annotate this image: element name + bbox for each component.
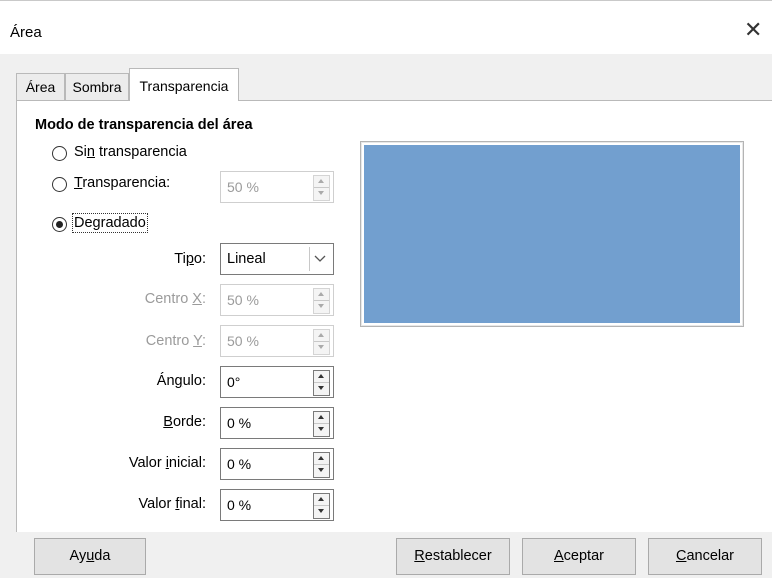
dialog-title: Área <box>10 24 42 41</box>
radio-gradient-label[interactable]: Degradado <box>72 213 148 233</box>
spin-down-icon[interactable] <box>318 386 324 390</box>
preview-swatch-icon <box>364 145 740 323</box>
close-icon[interactable]: ✕ <box>744 19 762 41</box>
spin-down-icon[interactable] <box>318 509 324 513</box>
border-spinbox[interactable]: 0 % <box>220 407 334 439</box>
radio-transparency-label[interactable]: Transparencia: <box>74 175 170 191</box>
spin-down-icon[interactable] <box>318 427 324 431</box>
border-label: Borde: <box>163 414 206 430</box>
reset-button[interactable]: Restablecer <box>396 538 510 575</box>
center-x-label: Centro X: <box>144 291 206 307</box>
spin-down-icon[interactable] <box>318 468 324 472</box>
ok-button[interactable]: Aceptar <box>522 538 636 575</box>
spin-up-icon[interactable] <box>318 292 324 296</box>
end-value-label: Valor final: <box>138 496 206 512</box>
chevron-down-icon[interactable] <box>309 247 330 271</box>
radio-transparency[interactable] <box>52 177 67 192</box>
spin-up-icon[interactable] <box>318 374 324 378</box>
transparency-value: 50 % <box>227 179 259 195</box>
radio-no-transparency[interactable] <box>52 146 67 161</box>
end-value-spinbox[interactable]: 0 % <box>220 489 334 521</box>
start-value-spinbox[interactable]: 0 % <box>220 448 334 480</box>
spin-buttons[interactable] <box>313 288 330 314</box>
spin-up-icon[interactable] <box>318 333 324 337</box>
tab-transparency[interactable]: Transparencia <box>129 68 239 101</box>
spin-down-icon[interactable] <box>318 191 324 195</box>
tab-shadow[interactable]: Sombra <box>65 73 129 101</box>
tab-area[interactable]: Área <box>16 73 65 101</box>
spin-buttons[interactable] <box>313 370 330 396</box>
spin-up-icon[interactable] <box>318 415 324 419</box>
angle-label: Ángulo: <box>156 373 206 389</box>
spin-buttons[interactable] <box>313 175 330 201</box>
transparency-spinbox[interactable]: 50 % <box>220 171 334 203</box>
angle-spinbox[interactable]: 0° <box>220 366 334 398</box>
spin-buttons[interactable] <box>313 493 330 519</box>
center-y-label: Centro Y: <box>145 333 206 349</box>
transparency-preview <box>360 141 744 327</box>
start-value-label: Valor inicial: <box>128 455 206 471</box>
type-label: Tipo: <box>174 251 206 267</box>
spin-buttons[interactable] <box>313 411 330 437</box>
spin-down-icon[interactable] <box>318 304 324 308</box>
cancel-button[interactable]: Cancelar <box>648 538 762 575</box>
spin-buttons[interactable] <box>313 329 330 355</box>
title-bar <box>0 0 772 54</box>
radio-gradient[interactable] <box>52 217 67 232</box>
center-y-spinbox[interactable]: 50 % <box>220 325 334 357</box>
type-dropdown[interactable]: Lineal <box>220 243 334 275</box>
section-title: Modo de transparencia del área <box>35 117 253 133</box>
spin-buttons[interactable] <box>313 452 330 478</box>
spin-up-icon[interactable] <box>318 497 324 501</box>
spin-down-icon[interactable] <box>318 345 324 349</box>
radio-no-transparency-label[interactable]: Sin transparencia <box>74 144 187 160</box>
help-button[interactable]: Ayuda <box>34 538 146 575</box>
spin-up-icon[interactable] <box>318 456 324 460</box>
center-x-spinbox[interactable]: 50 % <box>220 284 334 316</box>
spin-up-icon[interactable] <box>318 179 324 183</box>
